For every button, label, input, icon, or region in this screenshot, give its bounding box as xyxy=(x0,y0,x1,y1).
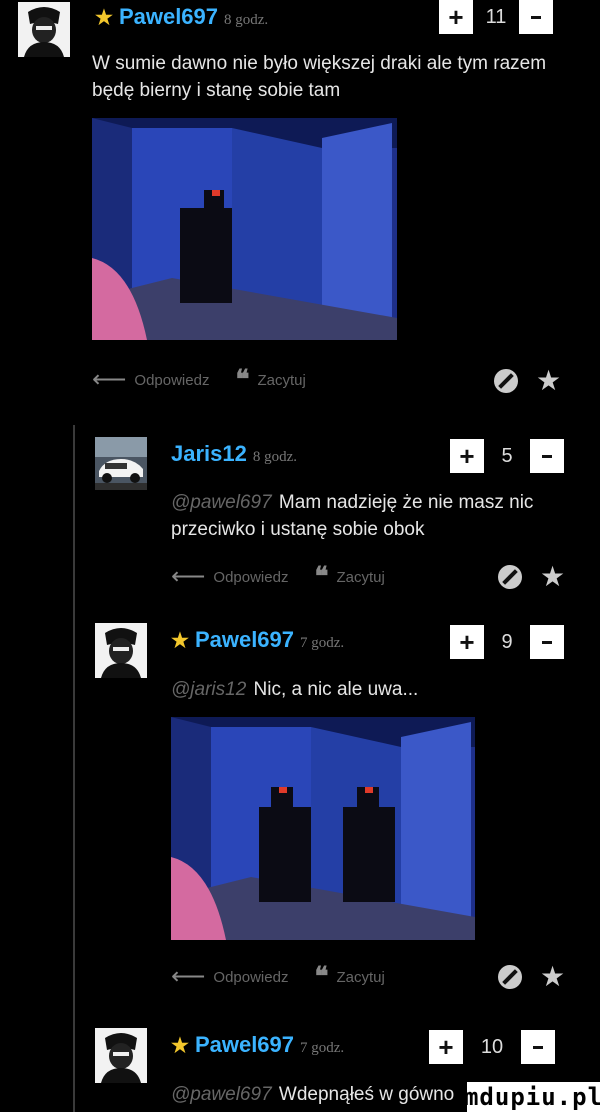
star-icon: ★ xyxy=(171,630,189,652)
comment-tools: ★ xyxy=(498,563,565,591)
quote-icon: ❝ xyxy=(235,365,250,394)
comment-tools: ★ xyxy=(494,367,561,395)
comment-actions: ⟵ Odpowiedz ❝ Zacytuj xyxy=(92,367,306,393)
vote-count: 11 xyxy=(485,5,507,28)
comment-image[interactable] xyxy=(92,118,397,340)
block-icon[interactable] xyxy=(498,965,522,989)
avatar[interactable] xyxy=(18,2,70,57)
block-icon[interactable] xyxy=(494,369,518,393)
reply-arrow-icon: ⟵ xyxy=(171,963,206,990)
vote-controls: + 9 xyxy=(450,625,564,659)
comment-text: @pawel697 Wdepnąłeś w gówno xyxy=(171,1081,471,1108)
reply-button[interactable]: Odpowiedz xyxy=(213,569,288,586)
comment-time: 7 godz. xyxy=(300,1040,345,1056)
upvote-button[interactable]: + xyxy=(450,439,484,473)
comment-body: Wdepnąłeś w gówno xyxy=(278,1084,455,1105)
reply-button[interactable]: Odpowiedz xyxy=(213,969,288,986)
vote-controls: + 11 xyxy=(439,0,553,34)
reply-button[interactable]: Odpowiedz xyxy=(134,372,209,389)
quote-button[interactable]: Zacytuj xyxy=(336,569,384,586)
quote-button[interactable]: Zacytuj xyxy=(257,372,305,389)
comment-text: @pawel697 Mam nadzieję że nie masz nic p… xyxy=(171,489,571,543)
downvote-button[interactable] xyxy=(530,439,564,473)
vote-count: 9 xyxy=(501,630,513,653)
vote-count: 5 xyxy=(501,444,513,467)
downvote-button[interactable] xyxy=(530,625,564,659)
mention-link[interactable]: @pawel697 xyxy=(171,1084,272,1105)
upvote-button[interactable]: + xyxy=(439,0,473,34)
star-icon[interactable]: ★ xyxy=(536,367,561,395)
comment-author[interactable]: ★ Pawel697 7 godz. xyxy=(171,1032,344,1058)
comment-text: @jaris12 Nic, a nic ale uwa... xyxy=(171,676,571,703)
quote-button[interactable]: Zacytuj xyxy=(336,969,384,986)
star-icon[interactable]: ★ xyxy=(540,963,565,991)
block-icon[interactable] xyxy=(498,565,522,589)
comment-author[interactable]: Jaris12 8 godz. xyxy=(171,441,297,467)
comment-actions: ⟵ Odpowiedz ❝ Zacytuj xyxy=(171,964,385,990)
author-name[interactable]: Pawel697 xyxy=(195,627,294,653)
comment-image[interactable] xyxy=(171,717,475,940)
comment-body: W sumie dawno nie było większej draki al… xyxy=(92,53,547,101)
comment-author[interactable]: ★ Pawel697 8 godz. xyxy=(95,4,268,30)
comment-time: 7 godz. xyxy=(300,635,345,651)
mention-link[interactable]: @pawel697 xyxy=(171,492,272,513)
vote-controls: + 5 xyxy=(450,439,564,473)
reply-arrow-icon: ⟵ xyxy=(92,366,127,393)
downvote-button[interactable] xyxy=(521,1030,555,1064)
mention-link[interactable]: @jaris12 xyxy=(171,679,246,700)
star-icon: ★ xyxy=(171,1035,189,1057)
author-name[interactable]: Jaris12 xyxy=(171,441,247,467)
author-name[interactable]: Pawel697 xyxy=(119,4,218,30)
vote-controls: + 10 xyxy=(429,1030,555,1064)
upvote-button[interactable]: + xyxy=(429,1030,463,1064)
downvote-button[interactable] xyxy=(519,0,553,34)
author-name[interactable]: Pawel697 xyxy=(195,1032,294,1058)
comment-time: 8 godz. xyxy=(252,449,298,465)
avatar[interactable] xyxy=(95,1028,147,1083)
star-icon[interactable]: ★ xyxy=(540,563,565,591)
vote-count: 10 xyxy=(480,1035,504,1058)
comment-actions: ⟵ Odpowiedz ❝ Zacytuj xyxy=(171,564,385,590)
comment-text: W sumie dawno nie było większej draki al… xyxy=(92,50,562,104)
comment-body: Nic, a nic ale uwa... xyxy=(253,679,419,700)
reply-arrow-icon: ⟵ xyxy=(171,563,206,590)
site-watermark: mdupiu.pl xyxy=(463,1082,600,1112)
quote-icon: ❝ xyxy=(314,562,329,591)
thread-line xyxy=(73,425,75,1112)
comment-tools: ★ xyxy=(498,963,565,991)
comment-author[interactable]: ★ Pawel697 7 godz. xyxy=(171,627,344,653)
upvote-button[interactable]: + xyxy=(450,625,484,659)
avatar[interactable] xyxy=(95,437,147,490)
quote-icon: ❝ xyxy=(314,962,329,991)
star-icon: ★ xyxy=(95,7,113,29)
comment-time: 8 godz. xyxy=(224,12,269,28)
avatar[interactable] xyxy=(95,623,147,678)
